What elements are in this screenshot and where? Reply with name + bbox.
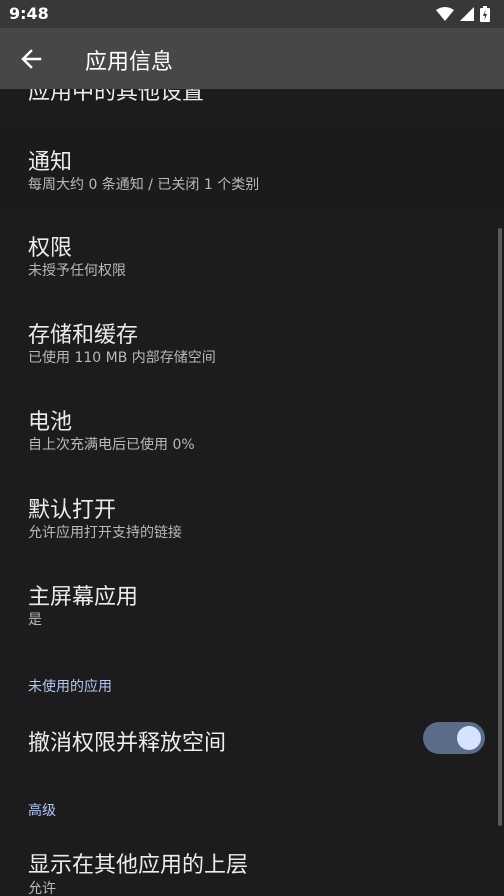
list-item-title: 默认打开 — [28, 498, 117, 523]
list-item-summary: 允许 — [28, 881, 56, 896]
scrollbar[interactable] — [498, 228, 502, 826]
battery-icon — [480, 6, 490, 22]
list-item-title: 电池 — [28, 410, 73, 435]
settings-list: 应用中的其他设置 通知 每周大约 0 条通知 / 已关闭 1 个类别 权限 未授… — [0, 89, 504, 896]
list-item-title: 通知 — [28, 150, 73, 175]
list-item-title: 应用中的其他设置 — [28, 89, 205, 105]
status-icons — [436, 6, 490, 22]
section-header-advanced: 高级 — [28, 803, 56, 819]
list-item-summary: 未授予任何权限 — [28, 263, 126, 279]
list-item-open-by-default[interactable]: 默认打开 允许应用打开支持的链接 — [0, 475, 504, 561]
toggle-thumb — [457, 726, 481, 750]
signal-icon — [460, 7, 474, 21]
list-item-summary: 自上次充满电后已使用 0% — [28, 437, 195, 453]
list-item-storage[interactable]: 存储和缓存 已使用 110 MB 内部存储空间 — [0, 300, 504, 386]
list-item-title: 显示在其他应用的上层 — [28, 853, 249, 878]
list-item-summary: 是 — [28, 612, 42, 628]
list-item-title: 撤消权限并释放空间 — [28, 731, 227, 756]
wifi-icon — [436, 7, 454, 21]
list-item-summary: 已使用 110 MB 内部存储空间 — [28, 350, 216, 366]
list-item-other-settings[interactable]: 应用中的其他设置 — [0, 89, 504, 111]
list-item-display-over-other-apps[interactable]: 显示在其他应用的上层 允许 — [0, 829, 504, 896]
list-item-summary: 每周大约 0 条通知 / 已关闭 1 个类别 — [28, 177, 260, 193]
list-item-summary: 允许应用打开支持的链接 — [28, 525, 182, 541]
list-item-notifications[interactable]: 通知 每周大约 0 条通知 / 已关闭 1 个类别 — [0, 127, 504, 212]
app-bar: 应用信息 — [0, 28, 504, 89]
list-item-title: 主屏幕应用 — [28, 585, 139, 610]
revoke-permissions-toggle[interactable] — [423, 722, 485, 754]
status-time: 9:48 — [9, 4, 49, 23]
list-item-home-app[interactable]: 主屏幕应用 是 — [0, 562, 504, 648]
list-item-battery[interactable]: 电池 自上次充满电后已使用 0% — [0, 387, 504, 473]
list-item-title: 存储和缓存 — [28, 323, 139, 348]
list-item-title: 权限 — [28, 236, 73, 261]
section-header-unused: 未使用的应用 — [28, 679, 112, 695]
arrow-back-icon[interactable] — [14, 42, 48, 76]
list-item-permissions[interactable]: 权限 未授予任何权限 — [0, 213, 504, 299]
status-bar: 9:48 — [0, 0, 504, 28]
page-title: 应用信息 — [85, 50, 174, 75]
